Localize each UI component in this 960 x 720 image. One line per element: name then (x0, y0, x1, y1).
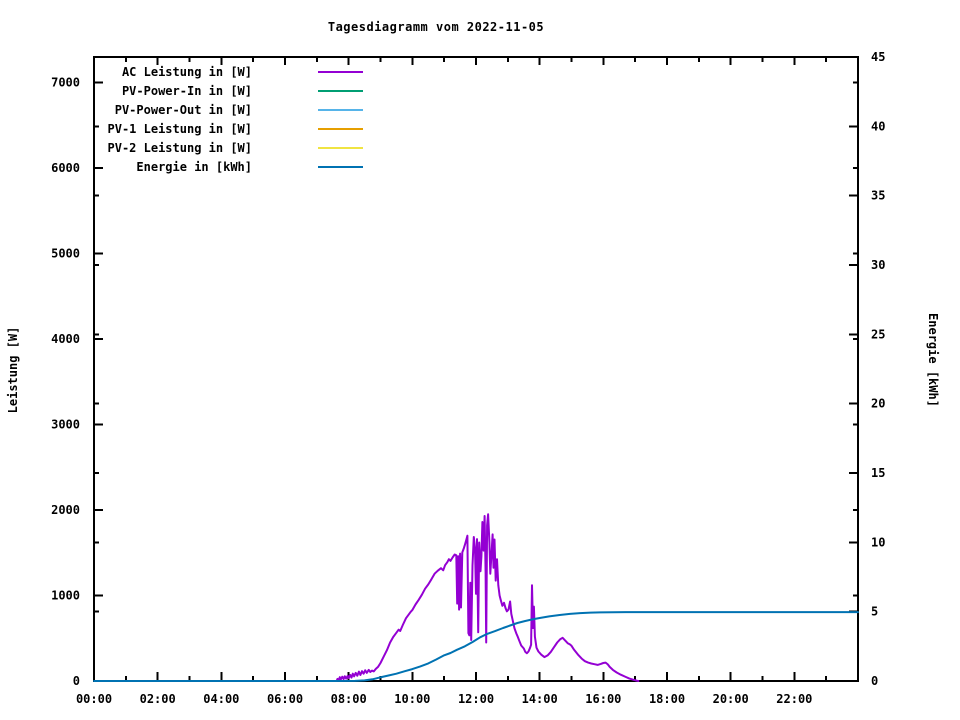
x-tick-label: 10:00 (394, 692, 430, 706)
x-tick-label: 20:00 (713, 692, 749, 706)
y1-tick-label: 2000 (51, 503, 80, 517)
chart-canvas: Tagesdiagramm vom 2022-11-05 Leistung [W… (0, 0, 960, 720)
legend-label: Energie in [kWh] (136, 160, 252, 174)
y1-tick-label: 0 (73, 674, 80, 688)
series-line-energie-in-kwh- (93, 611, 859, 682)
x-tick-label: 00:00 (76, 692, 112, 706)
legend-label: AC Leistung in [W] (122, 65, 252, 79)
y2-tick-label: 40 (871, 119, 885, 133)
x-tick-label: 16:00 (585, 692, 621, 706)
y1-tick-label: 1000 (51, 589, 80, 603)
legend-label: PV-1 Leistung in [W] (108, 122, 253, 136)
y2-tick-label: 5 (871, 605, 878, 619)
y2-tick-label: 15 (871, 466, 885, 480)
y1-tick-label: 6000 (51, 161, 80, 175)
x-tick-label: 08:00 (331, 692, 367, 706)
x-tick-label: 12:00 (458, 692, 494, 706)
x-tick-label: 04:00 (203, 692, 239, 706)
y1-tick-label: 3000 (51, 418, 80, 432)
y1-tick-label: 4000 (51, 332, 80, 346)
y1-tick-label: 7000 (51, 76, 80, 90)
x-tick-label: 06:00 (267, 692, 303, 706)
y1-tick-label: 5000 (51, 247, 80, 261)
legend-label: PV-Power-In in [W] (122, 84, 252, 98)
x-tick-label: 14:00 (522, 692, 558, 706)
y2-tick-label: 25 (871, 327, 885, 341)
series-line-ac-leistung-in-w- (335, 513, 640, 682)
y2-tick-label: 10 (871, 535, 885, 549)
x-tick-label: 22:00 (776, 692, 812, 706)
y2-tick-label: 0 (871, 674, 878, 688)
y2-tick-label: 30 (871, 258, 885, 272)
y2-tick-label: 35 (871, 189, 885, 203)
x-tick-label: 18:00 (649, 692, 685, 706)
legend-label: PV-2 Leistung in [W] (108, 141, 253, 155)
y2-tick-label: 45 (871, 50, 885, 64)
x-tick-label: 02:00 (140, 692, 176, 706)
legend-label: PV-Power-Out in [W] (115, 103, 252, 117)
y2-tick-label: 20 (871, 397, 885, 411)
plot-svg: 0 1000 2000 3000 4000 5000 6000 7000 0 5 10 15 20 25 3… (51, 50, 885, 706)
